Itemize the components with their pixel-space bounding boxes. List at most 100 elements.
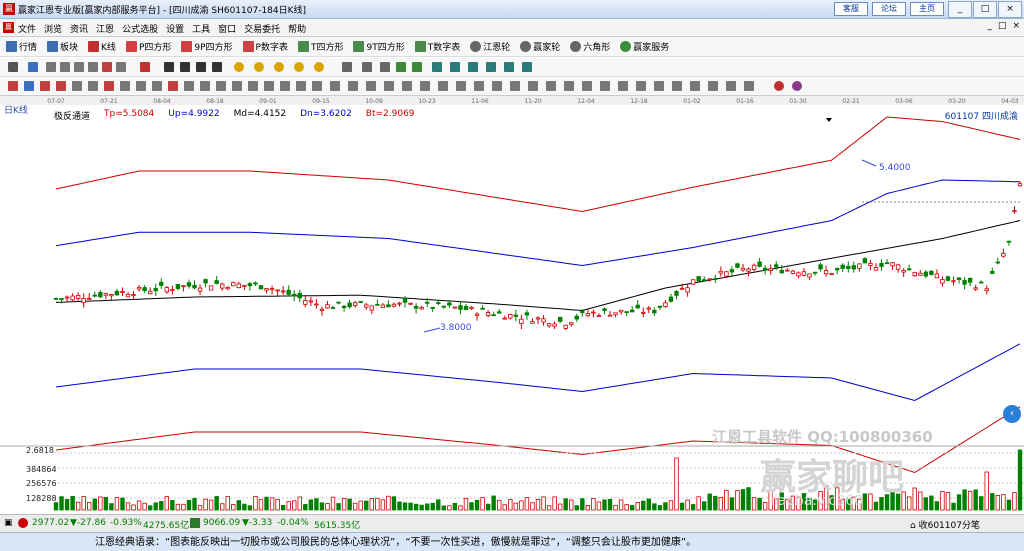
lock-icon[interactable] [366, 81, 376, 91]
diamond-2-icon[interactable] [254, 62, 264, 72]
box-icon[interactable] [248, 81, 258, 91]
rect-icon[interactable] [72, 81, 82, 91]
menu-settings[interactable]: 设置 [166, 22, 184, 35]
menu-gann[interactable]: 江恩 [96, 22, 114, 35]
t-square-button[interactable]: T四方形 [297, 40, 343, 53]
diamond-4-icon[interactable] [294, 62, 304, 72]
note-icon[interactable] [546, 81, 556, 91]
cursor-icon[interactable] [8, 62, 18, 72]
menu-browse[interactable]: 浏览 [44, 22, 62, 35]
tick-detail-button[interactable]: ⌂ 收601107分笔 [910, 518, 980, 531]
delete-icon[interactable] [312, 81, 322, 91]
hide-icon[interactable] [384, 81, 394, 91]
arrow-icon[interactable] [380, 62, 390, 72]
close-button[interactable]: × [998, 1, 1022, 18]
kline-button[interactable]: K线 [88, 40, 116, 53]
menu-help[interactable]: 帮助 [288, 22, 306, 35]
list-icon[interactable] [468, 62, 478, 72]
p-number-table-button[interactable]: P数字表 [242, 40, 288, 53]
back-icon[interactable] [196, 62, 206, 72]
text-icon[interactable] [56, 81, 66, 91]
arrow-up-icon[interactable] [8, 81, 18, 91]
export-icon[interactable] [522, 62, 532, 72]
ray-tool-icon[interactable] [60, 62, 70, 72]
table-icon[interactable] [450, 62, 460, 72]
arrow-down-icon[interactable] [24, 81, 34, 91]
gann-grid-icon[interactable] [136, 81, 146, 91]
square-icon[interactable] [152, 81, 162, 91]
maximize-button[interactable]: □ [973, 1, 997, 18]
next-icon[interactable] [212, 62, 222, 72]
price-tag-icon[interactable] [104, 81, 114, 91]
diamond-3-icon[interactable] [274, 62, 284, 72]
save-icon[interactable] [726, 81, 736, 91]
fib-tool-icon[interactable] [102, 62, 112, 72]
prev-icon[interactable] [180, 62, 190, 72]
diamond-5-icon[interactable] [314, 62, 324, 72]
menu-trade[interactable]: 交易委托 [244, 22, 280, 35]
timezone-icon[interactable] [184, 81, 194, 91]
infinity-icon[interactable] [792, 81, 802, 91]
paste-icon[interactable] [510, 81, 520, 91]
ruler-icon[interactable] [474, 81, 484, 91]
mdi-minimize-button[interactable]: _ [987, 21, 992, 31]
minimize-button[interactable]: _ [948, 1, 972, 18]
winner-service-button[interactable]: 赢家服务 [620, 40, 669, 53]
angle-icon[interactable] [216, 81, 226, 91]
parallel-tool-icon[interactable] [88, 62, 98, 72]
gann-wheel-button[interactable]: 江恩轮 [470, 40, 510, 53]
line-tool-icon[interactable] [46, 62, 56, 72]
undo-icon[interactable] [330, 81, 340, 91]
grid-toggle-icon[interactable] [528, 81, 538, 91]
record-icon[interactable] [774, 81, 784, 91]
select-icon[interactable] [28, 62, 38, 72]
calc-icon[interactable] [432, 62, 442, 72]
zoom-icon[interactable] [396, 62, 406, 72]
first-icon[interactable] [164, 62, 174, 72]
open-icon[interactable] [744, 81, 754, 91]
spiral-icon[interactable] [232, 81, 242, 91]
forum-link[interactable]: 论坛 [872, 2, 906, 16]
9t-square-button[interactable]: 9T四方形 [353, 40, 405, 53]
diamond-1-icon[interactable] [234, 62, 244, 72]
kline-chart[interactable]: 07-07 07-21 08-04 08-18 09-01 09-15 10-09 10-23… [0, 96, 1024, 514]
filter-icon[interactable] [582, 81, 592, 91]
refresh-icon[interactable] [672, 81, 682, 91]
triangle-icon[interactable] [296, 81, 306, 91]
service-link[interactable]: 客服 [834, 2, 868, 16]
alarm-icon[interactable] [564, 81, 574, 91]
expand-icon[interactable]: ‹ [1003, 405, 1021, 423]
split-icon[interactable] [690, 81, 700, 91]
print-icon[interactable] [504, 62, 514, 72]
merge-icon[interactable] [708, 81, 718, 91]
color-icon[interactable] [402, 81, 412, 91]
menu-window[interactable]: 窗口 [218, 22, 236, 35]
speed-icon[interactable] [200, 81, 210, 91]
mdi-restore-button[interactable]: □ [998, 21, 1007, 31]
cycle-icon[interactable] [168, 81, 178, 91]
indicator-icon[interactable] [618, 81, 628, 91]
winner-wheel-button[interactable]: 赢家轮 [520, 40, 560, 53]
chart-type-icon[interactable] [600, 81, 610, 91]
magnet-icon[interactable] [456, 81, 466, 91]
wave-icon[interactable] [280, 81, 290, 91]
redo-icon[interactable] [348, 81, 358, 91]
quotes-button[interactable]: 行情 [6, 40, 37, 53]
menu-info[interactable]: 资讯 [70, 22, 88, 35]
arc-tool-icon[interactable] [116, 62, 126, 72]
home-link[interactable]: 主页 [910, 2, 944, 16]
menu-tools[interactable]: 工具 [192, 22, 210, 35]
crosshair-icon[interactable] [362, 62, 372, 72]
width-icon[interactable] [438, 81, 448, 91]
p-square-button[interactable]: P四方形 [125, 40, 171, 53]
9p-square-button[interactable]: 9P四方形 [181, 40, 233, 53]
sector-button[interactable]: 板块 [47, 40, 78, 53]
sh-index[interactable]: 2977.02 [32, 518, 69, 528]
pitchfork-icon[interactable] [264, 81, 274, 91]
hexagon-button[interactable]: 六角形 [570, 40, 610, 53]
t-number-table-button[interactable]: T数字表 [414, 40, 460, 53]
ellipse-icon[interactable] [88, 81, 98, 91]
hand-icon[interactable] [342, 62, 352, 72]
sz-index[interactable]: 9066.09 [203, 518, 240, 528]
overlay-icon[interactable] [636, 81, 646, 91]
